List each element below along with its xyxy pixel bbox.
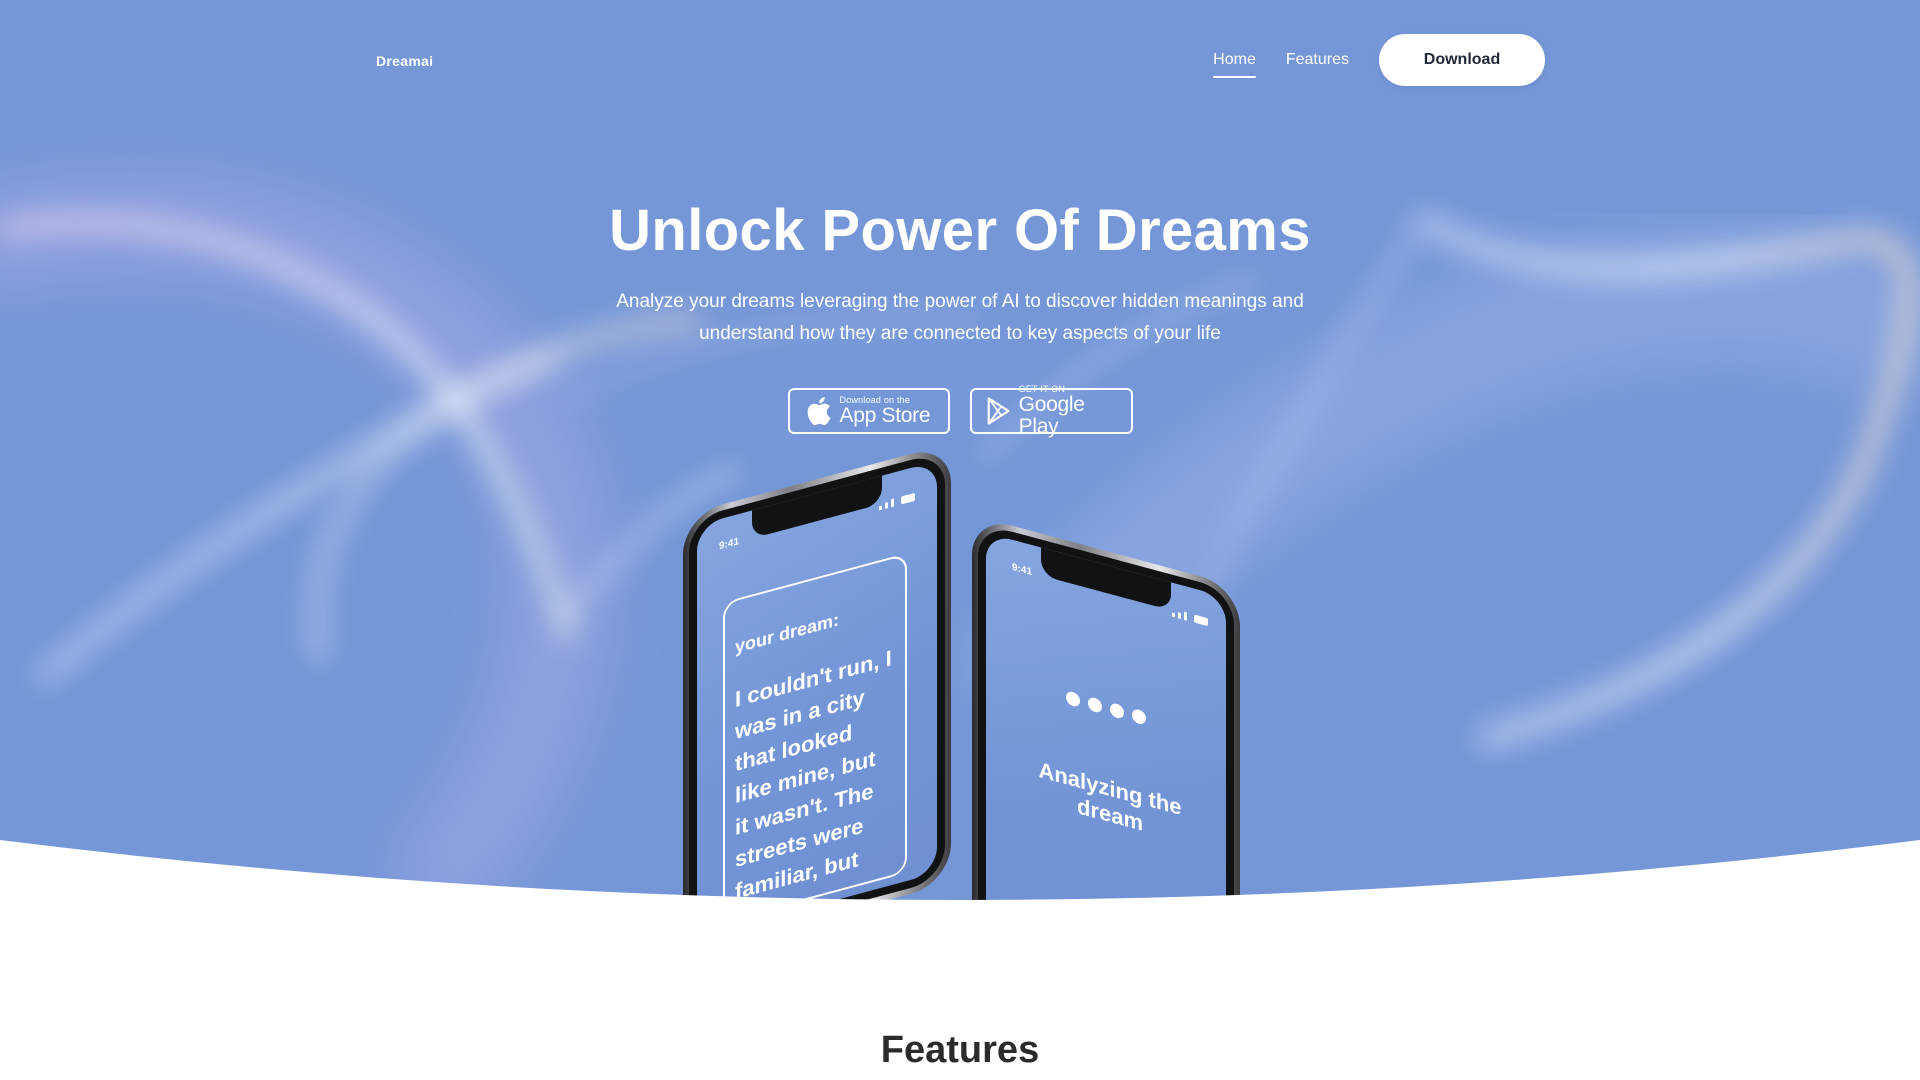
hero-bottom-curve (0, 840, 1920, 960)
brand-logo[interactable]: Dreamai (376, 53, 433, 69)
google-play-badge-label: Google Play (1018, 393, 1085, 438)
features-heading: Features (880, 1029, 1040, 1071)
store-badges: Download on the App Store GET IT ON Goog… (0, 384, 1920, 438)
app-store-badge[interactable]: Download on the App Store (787, 388, 950, 434)
landing-page: Dreamai Home Features Download Unlock Po… (0, 0, 1920, 1080)
loading-dot (1132, 707, 1146, 726)
download-button[interactable]: Download (1379, 34, 1545, 86)
status-icons (879, 490, 919, 511)
hero-subtitle: Analyze your dreams leveraging the power… (560, 286, 1360, 350)
apple-icon (807, 397, 830, 426)
loading-dots (1066, 690, 1146, 726)
google-play-badge[interactable]: GET IT ON Google Play (969, 384, 1133, 438)
hero-section: Dreamai Home Features Download Unlock Po… (0, 0, 1920, 960)
status-time: 9:41 (1012, 561, 1033, 579)
hero-title: Unlock Power Of Dreams (609, 198, 1311, 263)
loading-dot (1066, 690, 1080, 708)
google-play-icon (987, 397, 1010, 425)
loading-dot (1088, 696, 1102, 714)
hero-subtitle-line-1: Analyze your dreams leveraging the power… (616, 291, 1304, 312)
status-time: 9:41 (719, 535, 740, 553)
nav-home-link[interactable]: Home (1213, 34, 1256, 86)
hero-background-swirls (0, 0, 1920, 960)
app-store-badge-label: App Store (839, 404, 931, 427)
hero-subtitle-line-2: understand how they are connected to key… (699, 323, 1221, 344)
loading-dot (1110, 701, 1124, 720)
status-icons (1172, 607, 1212, 628)
top-navigation: Home Features Download (1213, 34, 1545, 86)
nav-features-link[interactable]: Features (1286, 34, 1349, 86)
